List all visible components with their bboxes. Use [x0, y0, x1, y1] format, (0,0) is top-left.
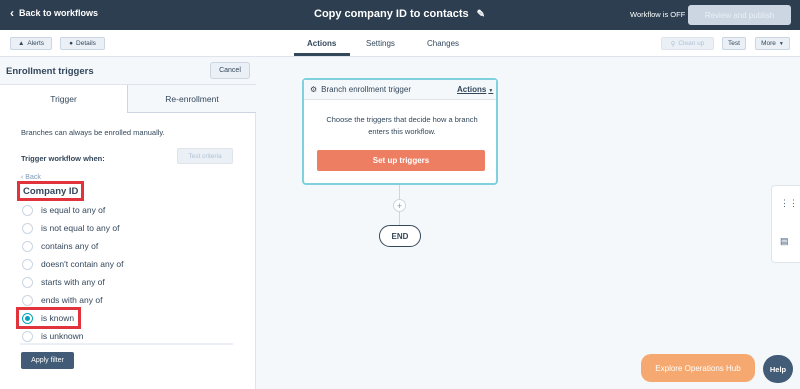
top-bar: ‹ Back to workflows Copy company ID to c…: [0, 0, 800, 30]
end-node: END: [379, 225, 421, 247]
radio-button[interactable]: [22, 258, 33, 270]
radio-button[interactable]: [22, 204, 33, 216]
back-label: Back to workflows: [19, 8, 99, 18]
grid-icon[interactable]: ⋮⋮: [780, 198, 798, 209]
active-tab-indicator: [294, 53, 350, 56]
tab-trigger[interactable]: Trigger: [0, 85, 127, 113]
details-label: Details: [76, 40, 96, 47]
option-ends-with-any-of[interactable]: ends with any of: [22, 293, 102, 307]
option-label: starts with any of: [41, 277, 105, 287]
radio-button[interactable]: [22, 276, 33, 288]
option-label: is not equal to any of: [41, 223, 120, 233]
option-is-unknown[interactable]: is unknown: [22, 329, 84, 343]
info-icon: ●: [69, 40, 74, 47]
selected-option-highlight: [16, 307, 81, 329]
back-link[interactable]: ‹ Back: [21, 174, 41, 181]
cancel-button[interactable]: Cancel: [210, 62, 250, 79]
radio-button[interactable]: [22, 330, 33, 342]
horizontal-scrollbar[interactable]: [20, 343, 233, 345]
radio-button[interactable]: [22, 240, 33, 252]
test-criteria-button[interactable]: Test criteria: [177, 148, 233, 164]
alerts-label: Alerts: [27, 40, 45, 47]
option-doesnt-contain-any-of[interactable]: doesn't contain any of: [22, 257, 123, 271]
option-label: contains any of: [41, 241, 99, 251]
branch-trigger-icon: ⚙: [310, 85, 318, 94]
right-toolbar: ⋮⋮ ▤: [771, 185, 800, 263]
tab-re-enrollment[interactable]: Re-enrollment: [127, 85, 256, 113]
card-actions-menu[interactable]: Actions ▼: [457, 85, 493, 94]
sub-bar: ▲ Alerts ● Details Actions Settings Chan…: [0, 30, 800, 57]
clean-up-label: Clean up: [678, 40, 705, 47]
option-label: is unknown: [41, 331, 84, 341]
option-label: ends with any of: [41, 295, 103, 305]
back-link-label: Back: [25, 174, 41, 181]
pencil-icon[interactable]: ✎: [477, 9, 485, 20]
review-and-publish-button[interactable]: Review and publish: [688, 5, 791, 25]
more-label: More: [761, 40, 776, 47]
back-to-workflows-link[interactable]: ‹ Back to workflows: [10, 5, 99, 20]
set-up-triggers-button[interactable]: Set up triggers: [317, 150, 485, 171]
alerts-button[interactable]: ▲ Alerts: [10, 37, 52, 50]
radio-button[interactable]: [22, 294, 33, 306]
tab-actions[interactable]: Actions: [307, 39, 336, 48]
option-is-not-equal-to-any-of[interactable]: is not equal to any of: [22, 221, 119, 235]
help-button[interactable]: Help: [763, 355, 793, 383]
workflow-title-text: Copy company ID to contacts: [314, 8, 469, 20]
option-label: doesn't contain any of: [41, 259, 124, 269]
test-button[interactable]: Test: [722, 37, 746, 50]
option-is-equal-to-any-of[interactable]: is equal to any of: [22, 203, 105, 217]
workflow-status: Workflow is OFF: [630, 10, 686, 19]
option-label: is equal to any of: [41, 205, 106, 215]
trigger-when-label: Trigger workflow when:: [21, 154, 105, 163]
panel-title: Enrollment triggers: [6, 66, 94, 77]
broom-icon: ⚲: [670, 40, 676, 48]
manual-enroll-hint: Branches can always be enrolled manually…: [21, 128, 165, 137]
enrollment-triggers-panel: Enrollment triggers Cancel Trigger Re-en…: [0, 57, 256, 389]
details-button[interactable]: ● Details: [60, 37, 105, 50]
caret-down-icon: ▼: [488, 88, 494, 94]
workflow-title[interactable]: Copy company ID to contacts ✎: [314, 8, 485, 20]
apply-filter-button[interactable]: Apply filter: [21, 352, 74, 369]
branch-enrollment-trigger-card[interactable]: ⚙ Branch enrollment trigger Actions ▼ Cho…: [302, 78, 498, 185]
panel-header: Enrollment triggers Cancel: [0, 57, 256, 85]
property-name: Company ID: [17, 181, 84, 201]
card-description: Choose the triggers that decide how a br…: [326, 115, 478, 136]
option-starts-with-any-of[interactable]: starts with any of: [22, 275, 105, 289]
card-title: ⚙ Branch enrollment trigger: [310, 85, 411, 94]
add-action-plus-icon[interactable]: +: [393, 199, 406, 212]
radio-button[interactable]: [22, 222, 33, 234]
caret-down-icon: ▼: [778, 40, 784, 47]
alert-icon: ▲: [17, 40, 25, 47]
tab-changes[interactable]: Changes: [427, 39, 459, 48]
clean-up-button[interactable]: ⚲ Clean up: [661, 37, 714, 50]
tab-settings[interactable]: Settings: [366, 39, 395, 48]
card-header: ⚙ Branch enrollment trigger Actions ▼: [304, 80, 496, 100]
option-contains-any-of[interactable]: contains any of: [22, 239, 98, 253]
card-title-text: Branch enrollment trigger: [321, 85, 411, 94]
explore-operations-hub-button[interactable]: Explore Operations Hub: [641, 354, 755, 382]
chevron-left-icon: ‹: [10, 5, 14, 20]
comment-icon[interactable]: ▤: [780, 236, 789, 247]
more-button[interactable]: More ▼: [755, 37, 790, 50]
card-actions-label: Actions: [457, 85, 487, 94]
